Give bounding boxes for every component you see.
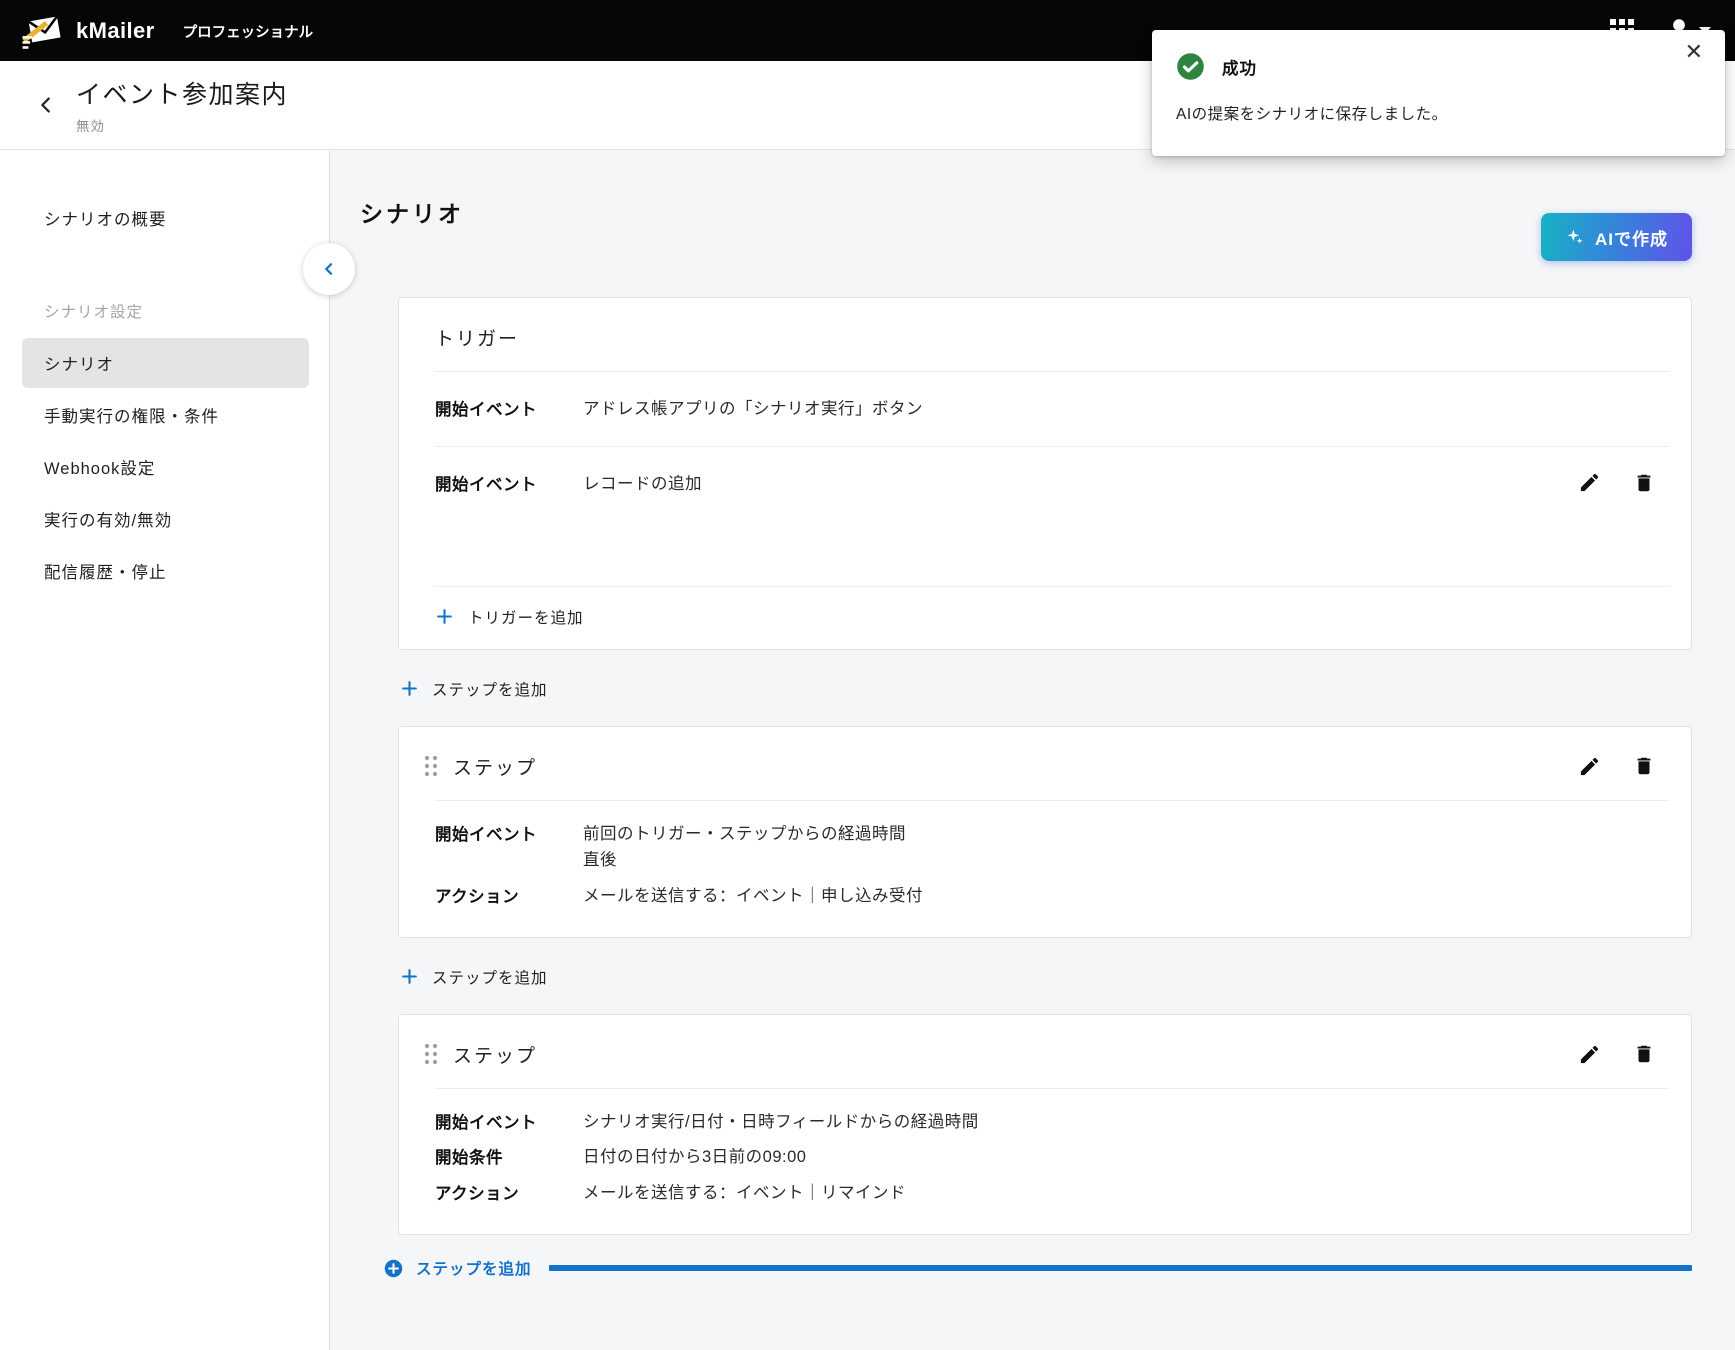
step-row-label: 開始条件 bbox=[435, 1144, 583, 1168]
step-row-label: アクション bbox=[435, 883, 583, 907]
step-row-value: メールを送信する：イベント｜リマインド bbox=[583, 1180, 906, 1206]
kmailer-logo-icon bbox=[20, 9, 64, 53]
step-row-value: メールを送信する：イベント｜申し込み受付 bbox=[583, 883, 923, 909]
edit-step-button[interactable] bbox=[1578, 1043, 1601, 1066]
step-card: ステップ 開始イベント シナリオ実行/日付・日時フィールドからの経過時間 bbox=[398, 1014, 1692, 1235]
trigger-row-label: 開始イベント bbox=[435, 471, 583, 495]
step-row-label: 開始イベント bbox=[435, 1109, 583, 1133]
step-row: 開始条件 日付の日付から3日前の09:00 bbox=[435, 1144, 1655, 1170]
sidebar: シナリオの概要 シナリオ設定 シナリオ 手動実行の権限・条件 Webhook設定… bbox=[0, 150, 330, 1350]
step-row-value: 日付の日付から3日前の09:00 bbox=[583, 1144, 806, 1170]
plus-icon bbox=[400, 967, 419, 986]
step-insert-line bbox=[549, 1265, 1692, 1271]
step-card-title: ステップ bbox=[453, 1041, 537, 1068]
sidebar-item-scenario-overview[interactable]: シナリオの概要 bbox=[0, 194, 329, 242]
sparkle-icon bbox=[1565, 227, 1585, 247]
ai-create-button[interactable]: AIで作成 bbox=[1541, 213, 1692, 261]
step-row: 開始イベント 前回のトリガー・ステップからの経過時間 直後 bbox=[435, 821, 1655, 874]
add-step-button[interactable]: ステップを追加 bbox=[400, 678, 1692, 700]
brand-name: kMailer bbox=[76, 18, 155, 44]
success-check-icon bbox=[1176, 52, 1205, 81]
trigger-row: 開始イベント レコードの追加 bbox=[399, 447, 1691, 585]
status-label: 無効 bbox=[76, 115, 288, 135]
edit-trigger-button[interactable] bbox=[1578, 471, 1601, 494]
step-row-value: 前回のトリガー・ステップからの経過時間 直後 bbox=[583, 821, 906, 874]
sidebar-item-execution-toggle[interactable]: 実行の有効/無効 bbox=[22, 494, 309, 544]
trigger-row-value: レコードの追加 bbox=[583, 471, 702, 497]
sidebar-item-webhook-settings[interactable]: Webhook設定 bbox=[22, 442, 309, 492]
circle-plus-icon bbox=[384, 1259, 403, 1278]
trigger-row: 開始イベント アドレス帳アプリの「シナリオ実行」ボタン bbox=[399, 372, 1691, 446]
sidebar-collapse-button[interactable] bbox=[303, 243, 355, 295]
add-step-button[interactable]: ステップを追加 bbox=[400, 966, 1692, 988]
sidebar-section-title: シナリオ設定 bbox=[0, 290, 329, 336]
add-step-bottom-button[interactable]: ステップを追加 bbox=[384, 1257, 1692, 1279]
toast-title: 成功 bbox=[1222, 55, 1257, 79]
delete-step-button[interactable] bbox=[1633, 755, 1655, 777]
step-card: ステップ 開始イベント 前回のトリガー・ステップからの経過時間 直後 bbox=[398, 726, 1692, 938]
drag-handle-icon[interactable] bbox=[423, 754, 439, 778]
step-row: アクション メールを送信する：イベント｜リマインド bbox=[435, 1180, 1655, 1206]
section-heading: シナリオ bbox=[360, 195, 464, 229]
plan-label: プロフェッショナル bbox=[183, 21, 314, 42]
sidebar-item-scenario[interactable]: シナリオ bbox=[22, 338, 309, 388]
step-card-title: ステップ bbox=[453, 753, 537, 780]
delete-trigger-button[interactable] bbox=[1633, 472, 1655, 494]
scenario-main-panel: シナリオ AIで作成 トリガー 開始イベント アドレス帳アプリの「シナリオ実行」… bbox=[331, 150, 1735, 1350]
page-title: イベント参加案内 bbox=[76, 75, 288, 111]
step-row-label: アクション bbox=[435, 1180, 583, 1204]
plus-icon bbox=[400, 679, 419, 698]
add-trigger-button[interactable]: トリガーを追加 bbox=[399, 587, 1691, 649]
close-icon[interactable]: ✕ bbox=[1679, 40, 1709, 64]
trigger-row-label: 開始イベント bbox=[435, 396, 583, 420]
step-row-label: 開始イベント bbox=[435, 821, 583, 845]
edit-step-button[interactable] bbox=[1578, 755, 1601, 778]
delete-step-button[interactable] bbox=[1633, 1043, 1655, 1065]
trigger-card-title: トリガー bbox=[435, 324, 519, 351]
step-row-value: シナリオ実行/日付・日時フィールドからの経過時間 bbox=[583, 1109, 979, 1135]
drag-handle-icon[interactable] bbox=[423, 1042, 439, 1066]
step-row: 開始イベント シナリオ実行/日付・日時フィールドからの経過時間 bbox=[435, 1109, 1655, 1135]
plus-icon bbox=[435, 607, 454, 626]
step-row: アクション メールを送信する：イベント｜申し込み受付 bbox=[435, 883, 1655, 909]
sidebar-item-manual-exec-permissions[interactable]: 手動実行の権限・条件 bbox=[22, 390, 309, 440]
trigger-card: トリガー 開始イベント アドレス帳アプリの「シナリオ実行」ボタン 開始イベント … bbox=[398, 297, 1692, 650]
trigger-row-value: アドレス帳アプリの「シナリオ実行」ボタン bbox=[583, 396, 923, 422]
sidebar-item-delivery-history[interactable]: 配信履歴・停止 bbox=[22, 546, 309, 596]
success-toast: 成功 ✕ AIの提案をシナリオに保存しました。 bbox=[1152, 30, 1725, 156]
back-button[interactable] bbox=[28, 87, 64, 123]
toast-message: AIの提案をシナリオに保存しました。 bbox=[1176, 102, 1701, 124]
